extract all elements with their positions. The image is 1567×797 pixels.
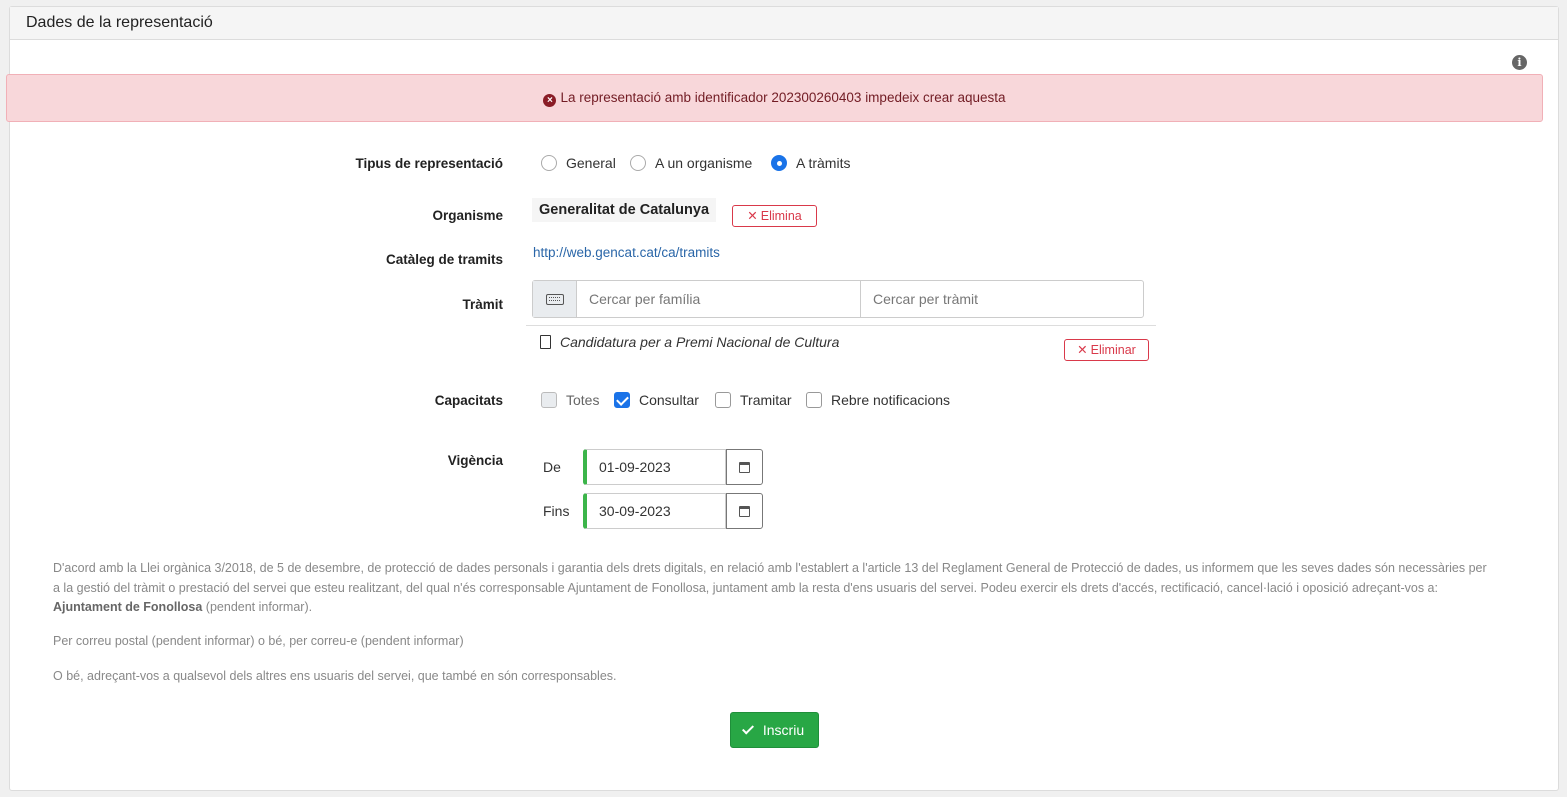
inscriu-button[interactable]: Inscriu xyxy=(730,712,819,748)
calendar-icon xyxy=(739,505,750,517)
checkbox-totes-label: Totes xyxy=(566,392,600,408)
check-icon xyxy=(741,722,754,735)
selected-tramit-item: Candidatura per a Premi Nacional de Cult… xyxy=(540,334,839,350)
checkbox-box[interactable] xyxy=(541,392,557,408)
radio-organisme-label: A un organisme xyxy=(655,155,753,171)
checkbox-box-checked[interactable] xyxy=(614,392,630,408)
legal-suffix: (pendent informar). xyxy=(205,600,313,614)
eliminar-label: Eliminar xyxy=(1090,343,1136,357)
date-from-input[interactable] xyxy=(583,449,726,485)
error-message: La representació amb identificador 20230… xyxy=(560,90,1006,105)
selected-tramit-label: Candidatura per a Premi Nacional de Cult… xyxy=(560,334,840,350)
checkbox-totes[interactable]: Totes xyxy=(541,392,599,408)
radio-general-label: General xyxy=(566,155,616,171)
search-family-input[interactable] xyxy=(577,281,861,317)
radio-circle-selected[interactable] xyxy=(771,155,787,171)
legal-text: D'acord amb la Llei orgànica 3/2018, de … xyxy=(53,561,1487,595)
cataleg-link[interactable]: http://web.gencat.cat/ca/tramits xyxy=(533,245,720,260)
close-icon: ✕ xyxy=(1077,343,1088,357)
date-to-label: Fins xyxy=(543,503,570,519)
radio-organisme[interactable]: A un organisme xyxy=(630,155,752,171)
search-tramit-input[interactable] xyxy=(861,281,1143,317)
eliminar-tramit-button[interactable]: ✕ Eliminar xyxy=(1064,339,1149,361)
inscriu-label: Inscriu xyxy=(762,722,805,738)
calendar-to-button[interactable] xyxy=(726,493,763,529)
calendar-icon xyxy=(739,461,750,473)
elimina-organisme-button[interactable]: ✕ Elimina xyxy=(732,205,817,227)
legal-paragraph-2: Per correu postal (pendent informar) o b… xyxy=(53,634,464,648)
tipus-label: Tipus de representació xyxy=(355,156,503,171)
checkbox-tramitar[interactable]: Tramitar xyxy=(715,392,792,408)
legal-paragraph-3: O bé, adreçant-vos a qualsevol dels altr… xyxy=(53,669,617,683)
error-circle-icon: × xyxy=(543,94,557,107)
checkbox-consultar[interactable]: Consultar xyxy=(614,392,699,408)
date-from-label: De xyxy=(543,459,561,475)
checkbox-consultar-label: Consultar xyxy=(639,392,699,408)
checkbox-tramitar-label: Tramitar xyxy=(740,392,792,408)
organisme-value: Generalitat de Catalunya xyxy=(532,198,717,222)
divider xyxy=(526,325,1156,326)
radio-tramits[interactable]: A tràmits xyxy=(771,155,850,171)
radio-tramits-label: A tràmits xyxy=(796,155,851,171)
tramit-label: Tràmit xyxy=(462,297,503,312)
date-to-group xyxy=(583,493,763,529)
vigencia-label: Vigència xyxy=(447,453,503,468)
legal-entity: Ajuntament de Fonollosa xyxy=(53,600,203,614)
keyboard-icon[interactable] xyxy=(533,281,577,317)
date-to-input[interactable] xyxy=(583,493,726,529)
checkbox-box[interactable] xyxy=(715,392,731,408)
legal-paragraph-1: D'acord amb la Llei orgànica 3/2018, de … xyxy=(53,559,1493,618)
checkbox-rebre-notificacions[interactable]: Rebre notificacions xyxy=(806,392,950,408)
panel-title: Dades de la representació xyxy=(10,7,1558,40)
radio-circle[interactable] xyxy=(541,155,557,171)
error-alert: × La representació amb identificador 2023… xyxy=(6,74,1543,122)
close-icon: ✕ xyxy=(747,209,758,223)
organisme-label: Organisme xyxy=(432,208,503,223)
checkbox-notificacions-label: Rebre notificacions xyxy=(831,392,951,408)
capacitats-label: Capacitats xyxy=(434,393,503,408)
file-icon xyxy=(540,335,551,349)
radio-circle[interactable] xyxy=(630,155,646,171)
checkbox-box[interactable] xyxy=(806,392,822,408)
cataleg-label: Catàleg de tramits xyxy=(385,252,503,267)
date-from-group xyxy=(583,449,763,485)
calendar-from-button[interactable] xyxy=(726,449,763,485)
radio-general[interactable]: General xyxy=(541,155,616,171)
tramit-search-group xyxy=(532,280,1144,318)
elimina-label: Elimina xyxy=(760,209,802,223)
info-icon[interactable]: i xyxy=(1512,55,1527,70)
